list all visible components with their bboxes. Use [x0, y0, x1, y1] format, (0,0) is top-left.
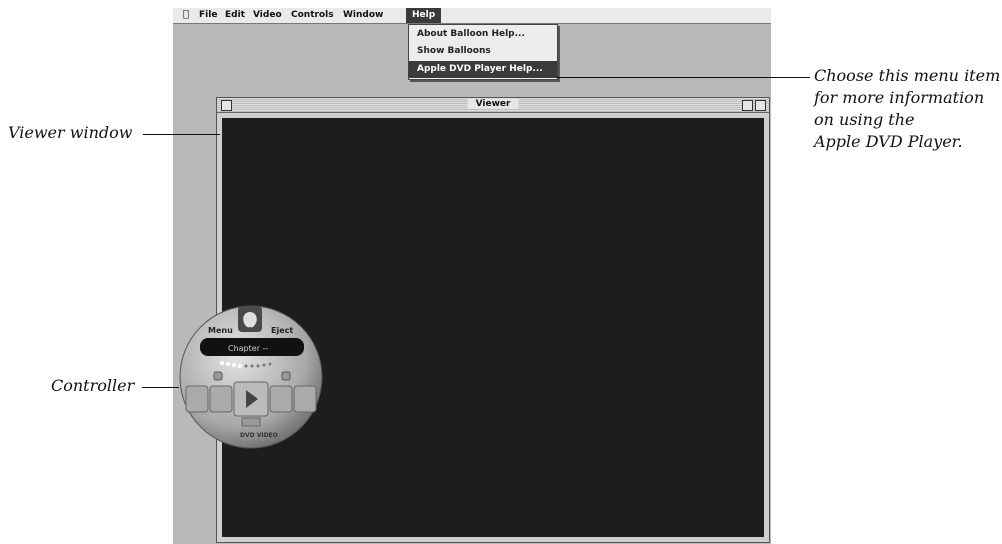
- viewer-title: Viewer: [467, 99, 519, 109]
- volume-dot: [250, 364, 254, 368]
- volume-dot: [244, 364, 248, 368]
- volume-up-button[interactable]: [281, 371, 291, 381]
- volume-dot: [268, 362, 272, 366]
- callout-line-help-menu: [556, 77, 810, 78]
- fast-forward-button[interactable]: [293, 385, 317, 413]
- menu-edit[interactable]: Edit: [225, 10, 245, 20]
- volume-dot: [262, 363, 266, 367]
- volume-dot: [220, 361, 224, 365]
- volume-down-button[interactable]: [213, 371, 223, 381]
- menu-item-apple-dvd-player-help[interactable]: Apple DVD Player Help...: [409, 61, 557, 78]
- zoom-box-icon[interactable]: [742, 100, 753, 111]
- dvd-video-logo: DVD VIDEO: [240, 432, 278, 439]
- mac-desktop:  File Edit Video Controls Window Help A…: [173, 8, 771, 544]
- eject-button-label[interactable]: Eject: [271, 326, 293, 335]
- callout-help-line: for more information: [814, 88, 985, 107]
- volume-dot: [226, 362, 230, 366]
- callout-controller: Controller: [51, 376, 135, 395]
- callout-line-viewer: [143, 134, 220, 135]
- viewer-title-bar[interactable]: Viewer: [217, 98, 769, 113]
- volume-dot: [238, 364, 242, 368]
- menu-controls[interactable]: Controls: [291, 10, 334, 20]
- menu-item-about-balloon-help[interactable]: About Balloon Help...: [409, 26, 557, 43]
- volume-dot: [256, 364, 260, 368]
- dvd-controller: Menu Eject Chapter -- DVD VIDEO: [179, 305, 323, 449]
- volume-dot: [232, 363, 236, 367]
- callout-help-line: Apple DVD Player.: [814, 132, 963, 151]
- stop-button[interactable]: [241, 417, 261, 427]
- menu-help[interactable]: Help: [406, 8, 442, 23]
- apple-logo-icon: [243, 312, 257, 328]
- callout-help-menu: Choose this menu item for more informati…: [814, 65, 1000, 153]
- callout-line-controller: [142, 387, 179, 388]
- previous-button[interactable]: [209, 385, 233, 413]
- rewind-button[interactable]: [185, 385, 209, 413]
- help-dropdown-menu: About Balloon Help... Show Balloons Appl…: [408, 24, 558, 80]
- chapter-readout: Chapter --: [228, 344, 268, 353]
- close-box-icon[interactable]: [221, 100, 232, 111]
- menu-window[interactable]: Window: [343, 10, 383, 20]
- callout-help-line: Choose this menu item: [814, 66, 1001, 85]
- collapse-box-icon[interactable]: [755, 100, 766, 111]
- callout-viewer-window: Viewer window: [8, 123, 133, 142]
- apple-menu-icon[interactable]: : [183, 9, 189, 20]
- callout-help-line: on using the: [814, 110, 915, 129]
- menu-file[interactable]: File: [199, 10, 217, 20]
- menu-video[interactable]: Video: [253, 10, 282, 20]
- menu-bar:  File Edit Video Controls Window Help: [173, 8, 771, 24]
- menu-button-label[interactable]: Menu: [208, 326, 233, 335]
- menu-item-show-balloons[interactable]: Show Balloons: [409, 43, 557, 60]
- next-button[interactable]: [269, 385, 293, 413]
